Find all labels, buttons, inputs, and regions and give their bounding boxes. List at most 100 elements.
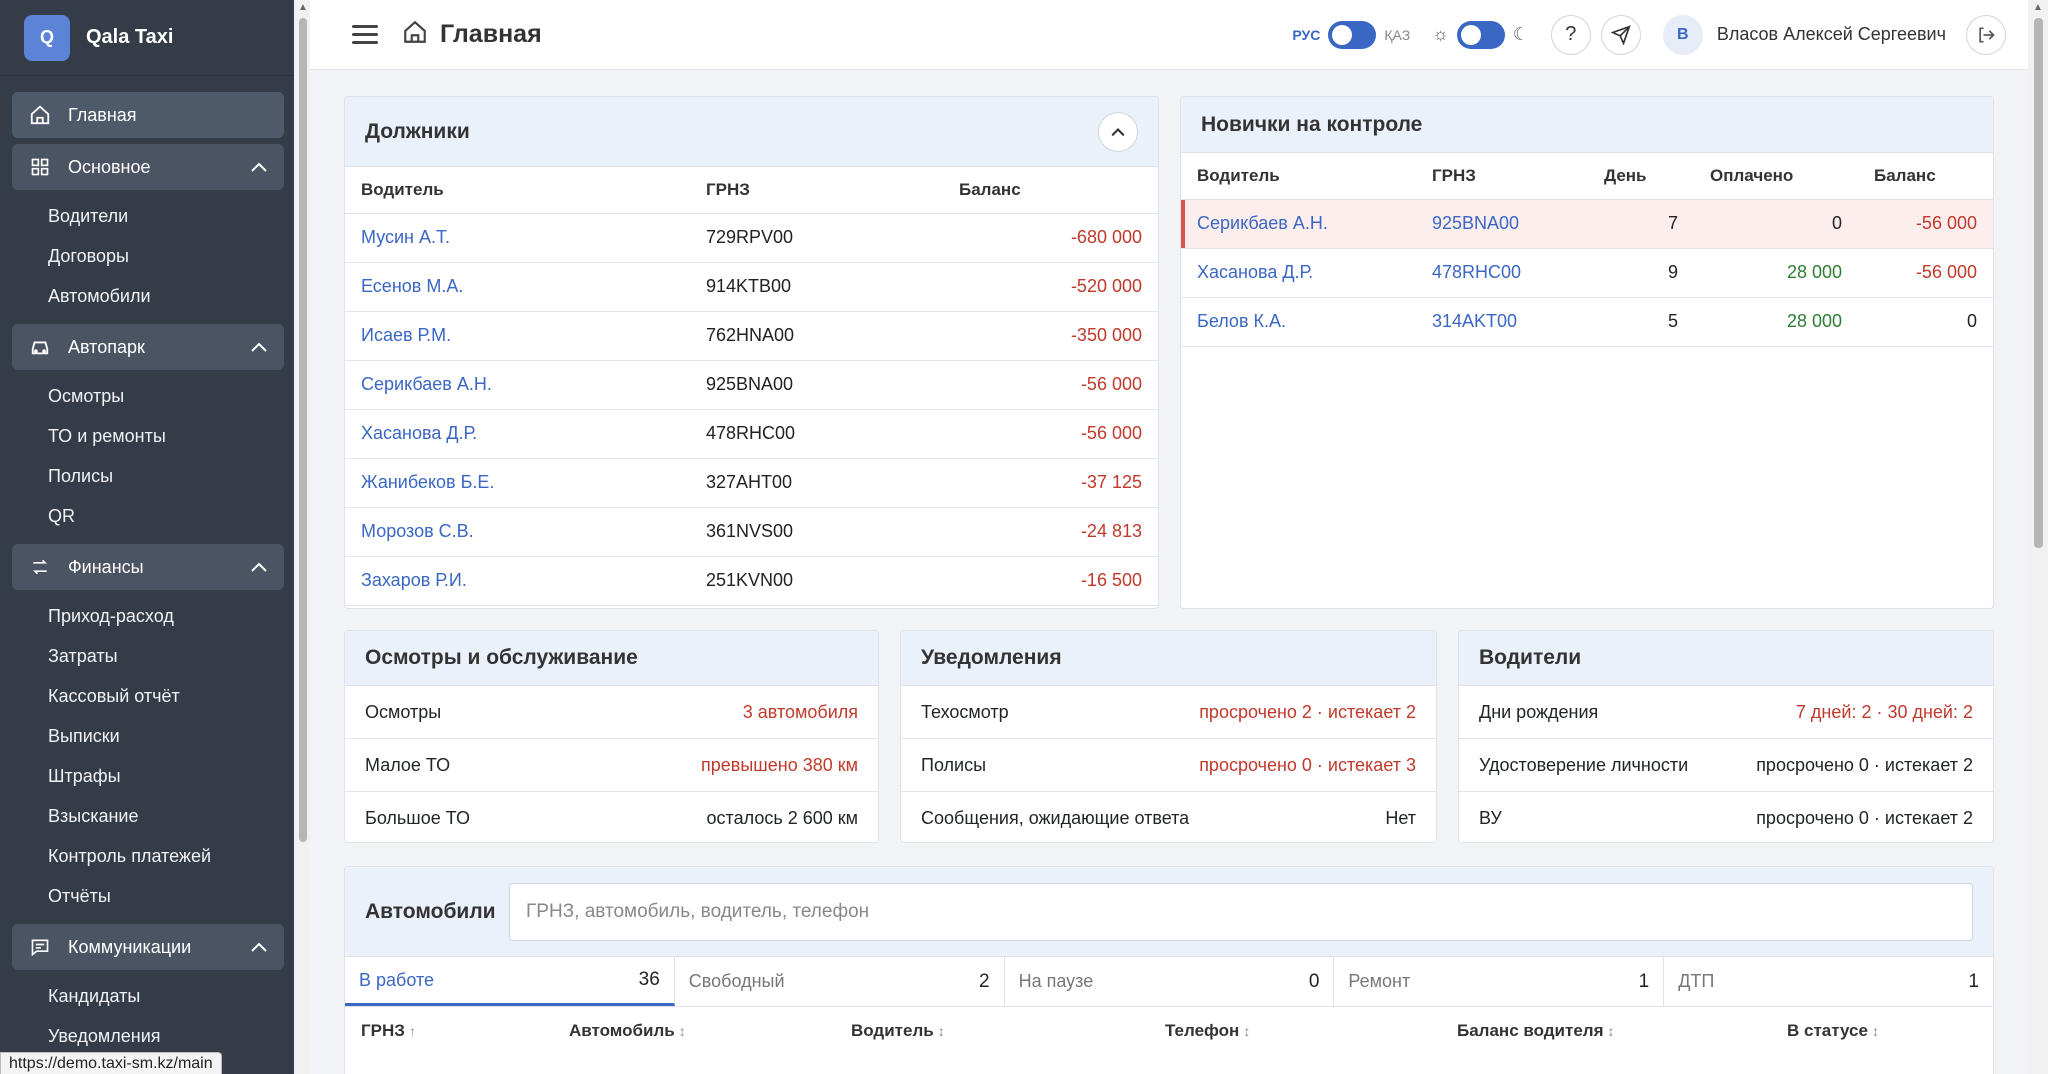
collapse-button[interactable] <box>1098 111 1138 152</box>
paid-cell: 0 <box>1694 199 1858 249</box>
sidebar-item-costs[interactable]: Затраты <box>12 636 284 676</box>
table-row[interactable]: Хасанова Д.Р. 478RHC00 9 28 000 -56 000 <box>1181 248 1993 298</box>
lang-ru-label[interactable]: РУС <box>1292 27 1320 43</box>
sidebar-item-drivers[interactable]: Водители <box>12 196 284 236</box>
tab-count: 1 <box>1638 970 1650 992</box>
drivers-title: Водители <box>1479 646 1582 669</box>
col-driver-balance[interactable]: Баланс водителя ↕ <box>1441 1021 1771 1041</box>
driver-link[interactable]: Хасанова Д.Р. <box>1181 248 1416 298</box>
plate-cell: 327AHT00 <box>690 458 943 508</box>
lang-kz-label[interactable]: ҚАЗ <box>1384 27 1410 43</box>
col-phone[interactable]: Телефон ↕ <box>1149 1021 1441 1041</box>
table-row[interactable]: Белов К.А. 314AKT00 5 28 000 0 <box>1181 297 1993 347</box>
plate-link[interactable]: 314AKT00 <box>1416 297 1588 347</box>
sidebar-group-label: Финансы <box>68 556 144 577</box>
col-label: Телефон <box>1165 1021 1240 1040</box>
sidebar-item-notifications[interactable]: Уведомления <box>12 1016 284 1056</box>
sidebar-item-home[interactable]: Главная <box>12 92 284 138</box>
help-button[interactable]: ? <box>1550 14 1591 55</box>
info-row-big-service[interactable]: Большое ТО осталось 2 600 км <box>345 792 878 842</box>
sidebar-item-statements[interactable]: Выписки <box>12 716 284 756</box>
tab-accident[interactable]: ДТП 1 <box>1664 957 1993 1006</box>
driver-link[interactable]: Жанибеков Б.Е. <box>345 458 690 508</box>
cars-search-input[interactable] <box>509 882 1973 941</box>
table-row[interactable]: Жанибеков Б.Е. 327AHT00 -37 125 <box>345 458 1158 508</box>
info-label: Малое ТО <box>365 754 451 775</box>
driver-link[interactable]: Есенов М.А. <box>345 262 690 312</box>
sidebar-item-income-expense[interactable]: Приход-расход <box>12 596 284 636</box>
col-driver[interactable]: Водитель ↕ <box>835 1021 1149 1041</box>
sidebar-item-maintenance[interactable]: ТО и ремонты <box>12 416 284 456</box>
col-balance: Баланс <box>1858 153 1993 200</box>
sidebar-group-finance[interactable]: Финансы <box>12 544 284 590</box>
driver-link[interactable]: Захаров Р.И. <box>345 556 690 606</box>
sidebar-item-cash-report[interactable]: Кассовый отчёт <box>12 676 284 716</box>
col-plate[interactable]: ГРНЗ ↑ <box>345 1021 553 1041</box>
page-scrollbar[interactable]: ▲ <box>2028 0 2048 1074</box>
info-value: Нет <box>1385 808 1416 828</box>
sidebar-item-inspections[interactable]: Осмотры <box>12 376 284 416</box>
tab-paused[interactable]: На паузе 0 <box>1005 957 1335 1006</box>
plate-link[interactable]: 478RHC00 <box>1416 248 1588 298</box>
info-value: просрочено 2 · истекает 2 <box>1199 701 1416 722</box>
info-row-tech-inspection[interactable]: Техосмотр просрочено 2 · истекает 2 <box>901 686 1436 739</box>
sidebar-scrollbar[interactable]: ▲ <box>294 0 310 1074</box>
cars-card: Автомобили В работе 36 Свободный 2 На пауз… <box>344 866 1994 1074</box>
driver-link[interactable]: Морозов С.В. <box>345 507 690 557</box>
table-row[interactable]: Мусин А.Т. 729RPV00 -680 000 <box>345 213 1158 263</box>
sidebar-item-policies[interactable]: Полисы <box>12 456 284 496</box>
sidebar-item-qr[interactable]: QR <box>12 496 284 536</box>
driver-link[interactable]: Исаев Р.М. <box>345 311 690 361</box>
table-row[interactable]: Серикбаев А.Н. 925BNA00 -56 000 <box>345 360 1158 410</box>
sidebar-item-reports[interactable]: Отчёты <box>12 876 284 916</box>
sidebar-group-fleet[interactable]: Автопарк <box>12 324 284 370</box>
info-row-policies[interactable]: Полисы просрочено 0 · истекает 3 <box>901 739 1436 792</box>
menu-icon[interactable] <box>352 20 378 49</box>
table-row[interactable]: Морозов С.В. 361NVS00 -24 813 <box>345 507 1158 557</box>
sidebar-group-communications[interactable]: Коммуникации <box>12 924 284 970</box>
driver-link[interactable]: Хасанова Д.Р. <box>345 409 690 459</box>
table-row[interactable]: Есенов М.А. 914KTB00 -520 000 <box>345 262 1158 312</box>
tab-in-work[interactable]: В работе 36 <box>345 957 675 1006</box>
table-row[interactable]: Захаров Р.И. 251KVN00 -16 500 <box>345 556 1158 606</box>
col-in-status[interactable]: В статусе ↕ <box>1771 1021 1879 1041</box>
driver-link[interactable]: Мусин А.Т. <box>345 213 690 263</box>
balance-cell: -56 000 <box>943 409 1158 459</box>
logout-icon <box>1979 27 1995 42</box>
sort-icon: ↕ <box>1607 1023 1615 1039</box>
plate-link[interactable]: 925BNA00 <box>1416 199 1588 249</box>
col-label: Водитель <box>851 1021 934 1040</box>
table-row[interactable]: Серикбаев А.Н. 925BNA00 7 0 -56 000 <box>1181 199 1993 249</box>
tab-free[interactable]: Свободный 2 <box>675 957 1005 1006</box>
table-row[interactable]: Хасанова Д.Р. 478RHC00 -56 000 <box>345 409 1158 459</box>
avatar[interactable]: В <box>1662 14 1703 55</box>
sidebar-item-candidates[interactable]: Кандидаты <box>12 976 284 1016</box>
info-row-small-service[interactable]: Малое ТО превышено 380 км <box>345 739 878 792</box>
table-row[interactable]: Исаев Р.М. 762HNA00 -350 000 <box>345 311 1158 361</box>
info-row-birthdays[interactable]: Дни рождения 7 дней: 2 · 30 дней: 2 <box>1459 686 1993 739</box>
col-car[interactable]: Автомобиль ↕ <box>553 1021 835 1041</box>
sort-icon: ↕ <box>1243 1023 1251 1039</box>
sidebar-item-cars[interactable]: Автомобили <box>12 276 284 316</box>
brand[interactable]: Q Qala Taxi <box>0 0 294 76</box>
language-toggle[interactable] <box>1328 20 1377 49</box>
sort-up-icon: ↑ <box>408 1023 416 1039</box>
tab-repair[interactable]: Ремонт 1 <box>1334 957 1665 1006</box>
sidebar-group-main[interactable]: Основное <box>12 144 284 190</box>
logout-button[interactable] <box>1966 14 2006 55</box>
info-row-inspections[interactable]: Осмотры 3 автомобиля <box>345 686 878 739</box>
sidebar-item-contracts[interactable]: Договоры <box>12 236 284 276</box>
theme-toggle[interactable] <box>1456 20 1505 49</box>
info-row-messages[interactable]: Сообщения, ожидающие ответа Нет <box>901 792 1436 842</box>
telegram-button[interactable] <box>1600 14 1641 55</box>
sidebar-item-payment-control[interactable]: Контроль платежей <box>12 836 284 876</box>
driver-link[interactable]: Серикбаев А.Н. <box>345 360 690 410</box>
sidebar-item-fines[interactable]: Штрафы <box>12 756 284 796</box>
driver-link[interactable]: Белов К.А. <box>1181 297 1416 347</box>
info-row-id-card[interactable]: Удостоверение личности просрочено 0 · ист… <box>1459 739 1993 792</box>
col-label: Автомобиль <box>569 1021 675 1040</box>
sidebar-item-collection[interactable]: Взыскание <box>12 796 284 836</box>
info-row-license[interactable]: ВУ просрочено 0 · истекает 2 <box>1459 792 1993 842</box>
driver-link[interactable]: Серикбаев А.Н. <box>1181 199 1416 249</box>
user-name[interactable]: Власов Алексей Сергеевич <box>1717 24 1946 45</box>
